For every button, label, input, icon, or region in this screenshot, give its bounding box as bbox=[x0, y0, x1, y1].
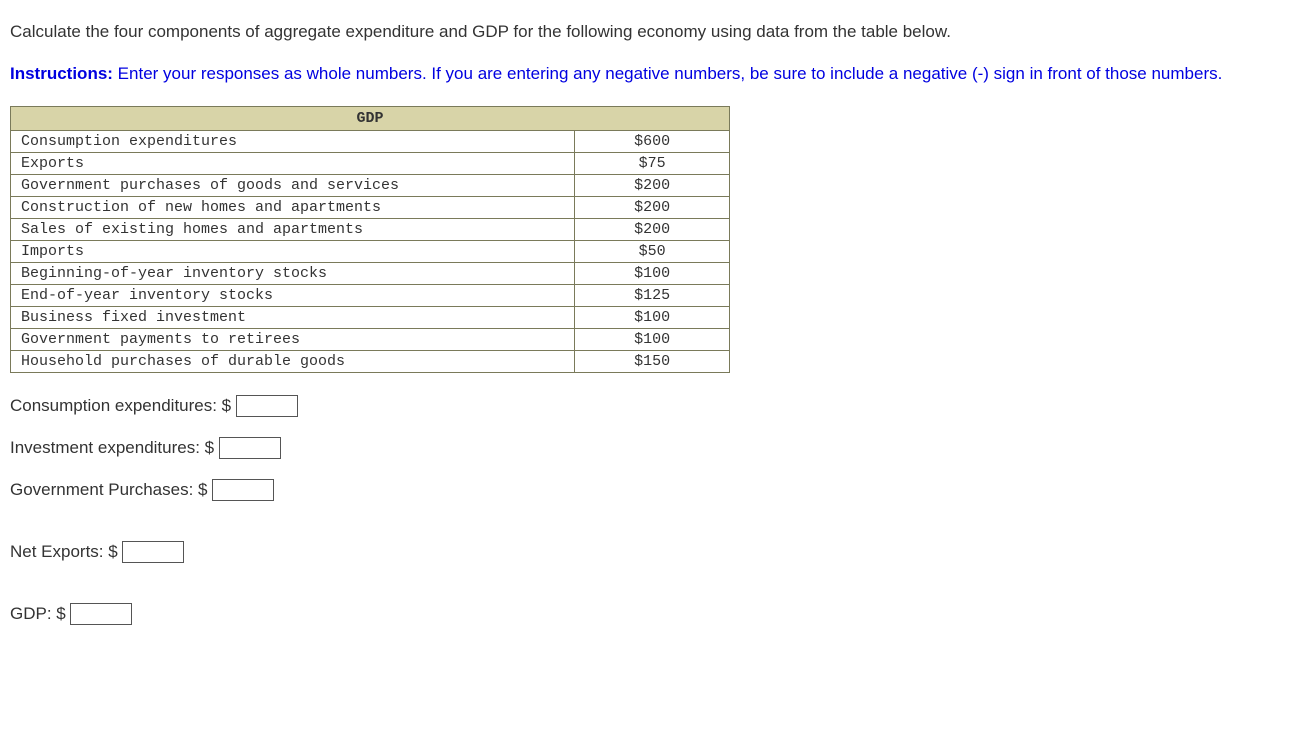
gdp-table: GDP Consumption expenditures $600 Export… bbox=[10, 106, 730, 373]
row-label: Beginning-of-year inventory stocks bbox=[11, 262, 575, 284]
table-row: Exports $75 bbox=[11, 152, 730, 174]
row-value: $200 bbox=[575, 196, 730, 218]
table-row: Imports $50 bbox=[11, 240, 730, 262]
row-label: Government purchases of goods and servic… bbox=[11, 174, 575, 196]
table-row: End-of-year inventory stocks $125 bbox=[11, 284, 730, 306]
row-label: Construction of new homes and apartments bbox=[11, 196, 575, 218]
row-value: $200 bbox=[575, 218, 730, 240]
answer-label: Consumption expenditures: $ bbox=[10, 396, 236, 415]
answer-label: Net Exports: $ bbox=[10, 542, 122, 561]
answer-gdp: GDP: $ bbox=[10, 603, 1282, 625]
answer-government: Government Purchases: $ bbox=[10, 479, 1282, 501]
table-row: Construction of new homes and apartments… bbox=[11, 196, 730, 218]
row-label: Imports bbox=[11, 240, 575, 262]
consumption-input[interactable] bbox=[236, 395, 298, 417]
row-label: Government payments to retirees bbox=[11, 328, 575, 350]
row-label: Household purchases of durable goods bbox=[11, 350, 575, 372]
row-value: $100 bbox=[575, 306, 730, 328]
instructions-block: Instructions: Enter your responses as wh… bbox=[10, 62, 1282, 86]
answer-investment: Investment expenditures: $ bbox=[10, 437, 1282, 459]
table-row: Household purchases of durable goods $15… bbox=[11, 350, 730, 372]
table-row: Government payments to retirees $100 bbox=[11, 328, 730, 350]
row-label: End-of-year inventory stocks bbox=[11, 284, 575, 306]
row-value: $200 bbox=[575, 174, 730, 196]
table-row: Government purchases of goods and servic… bbox=[11, 174, 730, 196]
row-value: $150 bbox=[575, 350, 730, 372]
answer-consumption: Consumption expenditures: $ bbox=[10, 395, 1282, 417]
row-value: $125 bbox=[575, 284, 730, 306]
row-value: $100 bbox=[575, 328, 730, 350]
instructions-text: Enter your responses as whole numbers. I… bbox=[113, 64, 1222, 83]
table-row: Sales of existing homes and apartments $… bbox=[11, 218, 730, 240]
table-row: Consumption expenditures $600 bbox=[11, 130, 730, 152]
table-row: Beginning-of-year inventory stocks $100 bbox=[11, 262, 730, 284]
row-value: $50 bbox=[575, 240, 730, 262]
row-label: Consumption expenditures bbox=[11, 130, 575, 152]
answer-label: Government Purchases: $ bbox=[10, 480, 212, 499]
row-value: $100 bbox=[575, 262, 730, 284]
question-text: Calculate the four components of aggrega… bbox=[10, 20, 1282, 44]
gdp-input[interactable] bbox=[70, 603, 132, 625]
netexports-input[interactable] bbox=[122, 541, 184, 563]
instructions-label: Instructions: bbox=[10, 64, 113, 83]
row-label: Sales of existing homes and apartments bbox=[11, 218, 575, 240]
table-header: GDP bbox=[11, 106, 730, 130]
row-value: $600 bbox=[575, 130, 730, 152]
answer-label: Investment expenditures: $ bbox=[10, 438, 219, 457]
table-row: Business fixed investment $100 bbox=[11, 306, 730, 328]
answer-netexports: Net Exports: $ bbox=[10, 541, 1282, 563]
row-label: Business fixed investment bbox=[11, 306, 575, 328]
row-label: Exports bbox=[11, 152, 575, 174]
row-value: $75 bbox=[575, 152, 730, 174]
government-input[interactable] bbox=[212, 479, 274, 501]
answer-label: GDP: $ bbox=[10, 604, 70, 623]
investment-input[interactable] bbox=[219, 437, 281, 459]
